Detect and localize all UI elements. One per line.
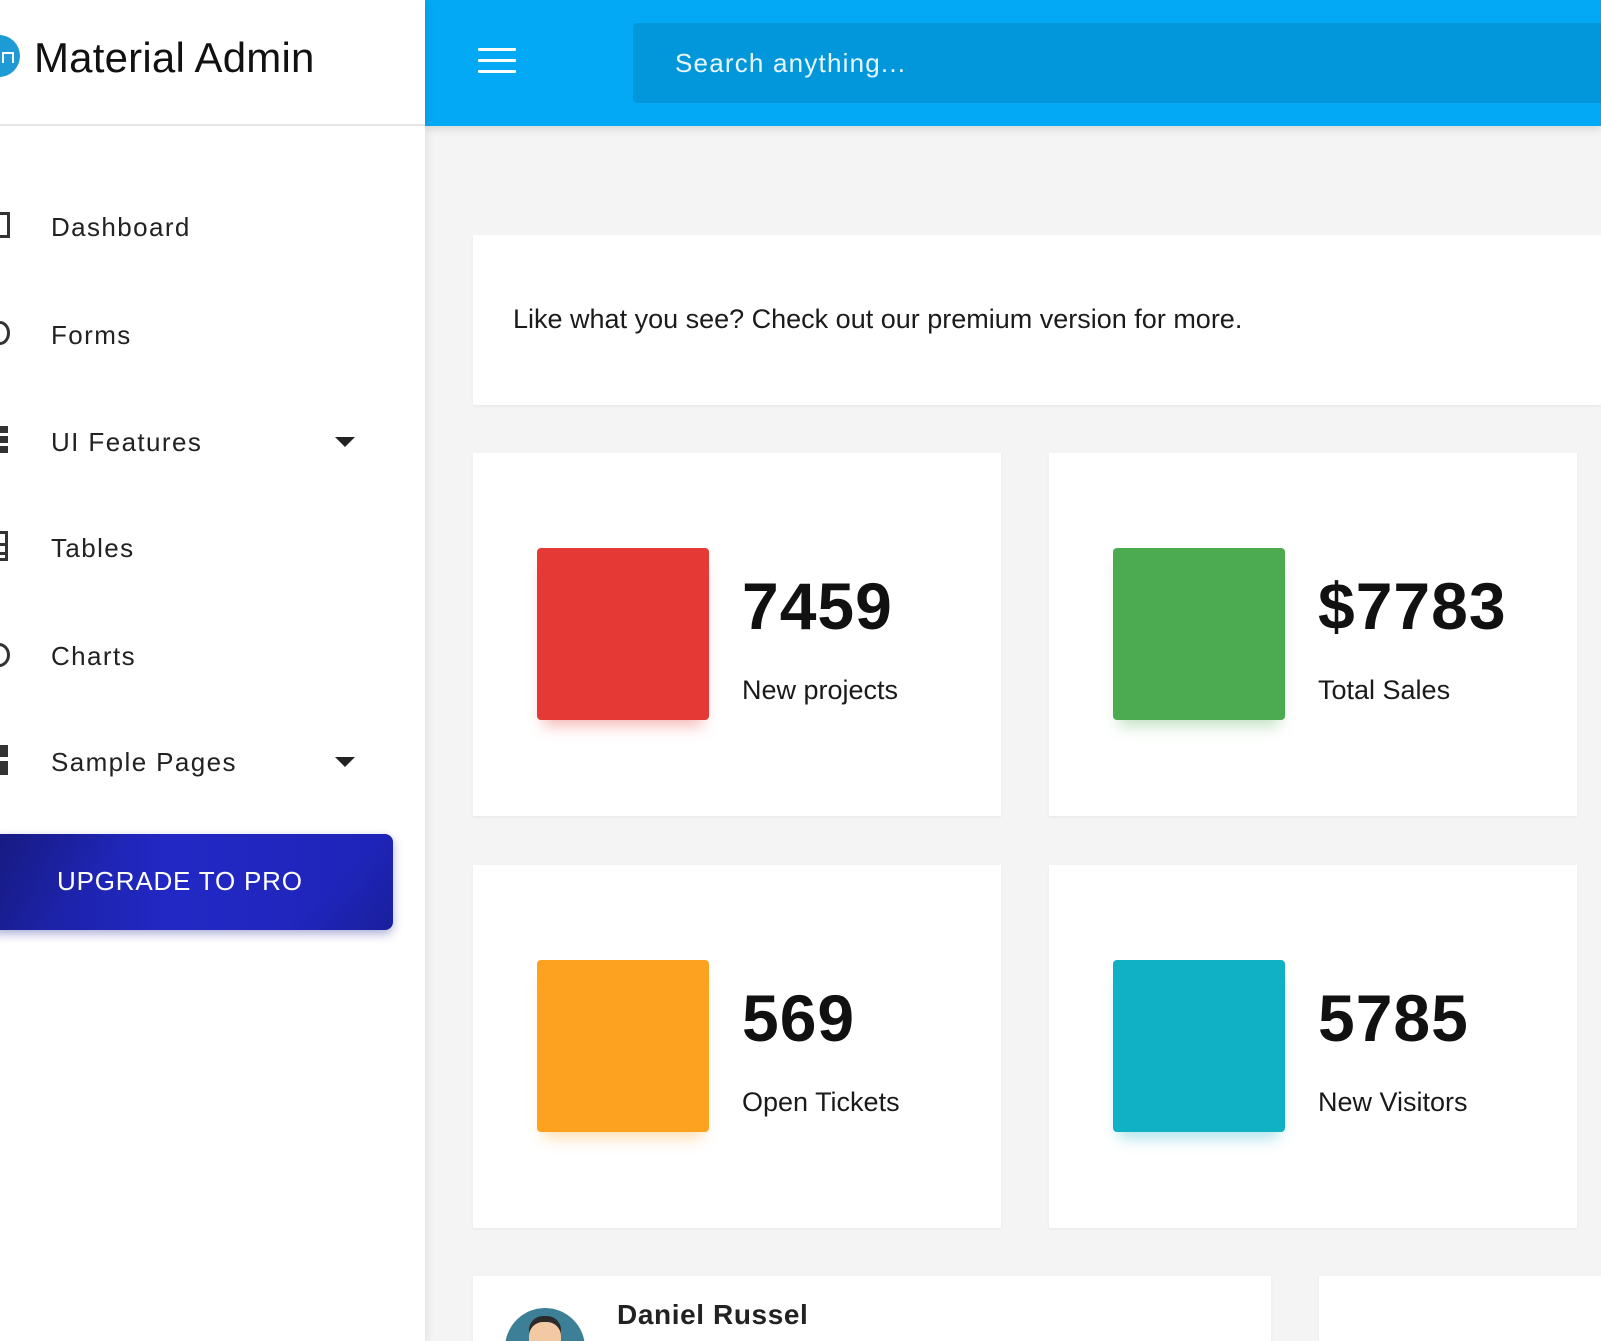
- ui-features-icon: [0, 426, 8, 454]
- stat-value: 7459: [742, 569, 893, 643]
- stat-card-open-tickets: 569 Open Tickets: [473, 865, 1001, 1228]
- profile-name: Daniel Russel: [617, 1299, 809, 1330]
- stat-value: 5785: [1318, 981, 1469, 1055]
- stat-label: Open Tickets: [742, 1087, 900, 1117]
- stat-color-block: [1113, 548, 1285, 720]
- sidebar-item-label: Forms: [51, 320, 132, 350]
- profile-card: Daniel Russel: [473, 1276, 1271, 1341]
- app-title[interactable]: Material Admin: [34, 34, 315, 82]
- stat-card-new-projects: 7459 New projects: [473, 453, 1001, 816]
- logo-icon: [0, 35, 20, 77]
- sidebar-item-charts[interactable]: Charts: [0, 607, 425, 707]
- sidebar-item-label: Charts: [51, 641, 136, 671]
- hamburger-menu-icon[interactable]: [478, 48, 516, 78]
- sidebar-item-label: Tables: [51, 533, 135, 563]
- sidebar-item-sample-pages[interactable]: Sample Pages: [0, 713, 425, 813]
- stat-value: 569: [742, 981, 856, 1055]
- stat-label: New Visitors: [1318, 1087, 1468, 1117]
- charts-icon: [0, 643, 10, 667]
- sidebar-item-forms[interactable]: Forms: [0, 286, 425, 386]
- upgrade-to-pro-button[interactable]: UPGRADE TO PRO: [0, 834, 393, 930]
- forms-icon: [0, 321, 10, 345]
- tables-icon: [0, 531, 8, 561]
- premium-banner: Like what you see? Check out our premium…: [473, 235, 1601, 405]
- secondary-card: [1319, 1276, 1601, 1341]
- top-app-bar: [425, 0, 1601, 126]
- chevron-down-icon[interactable]: [335, 437, 355, 447]
- sidebar-item-ui-features[interactable]: UI Features: [0, 393, 425, 493]
- upgrade-label: UPGRADE TO PRO: [57, 866, 303, 896]
- sidebar-item-label: Sample Pages: [51, 747, 237, 777]
- sidebar-item-tables[interactable]: Tables: [0, 499, 425, 599]
- stat-color-block: [537, 548, 709, 720]
- sidebar-item-label: UI Features: [51, 427, 203, 457]
- search-input[interactable]: [633, 23, 1601, 103]
- brand-header: Material Admin: [0, 0, 425, 126]
- stat-label: New projects: [742, 675, 899, 705]
- stat-color-block: [537, 960, 709, 1132]
- stat-color-block: [1113, 960, 1285, 1132]
- dashboard-icon: [0, 212, 10, 238]
- stat-value: $7783: [1318, 569, 1507, 643]
- sidebar: Material Admin Dashboard Forms UI Featur…: [0, 0, 425, 1341]
- avatar: [505, 1308, 585, 1341]
- sample-pages-icon: [0, 745, 8, 775]
- chevron-down-icon[interactable]: [335, 757, 355, 767]
- sidebar-item-dashboard[interactable]: Dashboard: [0, 178, 425, 278]
- stat-card-total-sales: $7783 Total Sales: [1049, 453, 1577, 816]
- stat-label: Total Sales: [1318, 675, 1451, 705]
- banner-text: Like what you see? Check out our premium…: [513, 304, 1243, 334]
- app-root: Material Admin Dashboard Forms UI Featur…: [0, 0, 1601, 1341]
- stat-card-new-visitors: 5785 New Visitors: [1049, 865, 1577, 1228]
- sidebar-item-label: Dashboard: [51, 212, 191, 242]
- search-bar: [633, 23, 1601, 103]
